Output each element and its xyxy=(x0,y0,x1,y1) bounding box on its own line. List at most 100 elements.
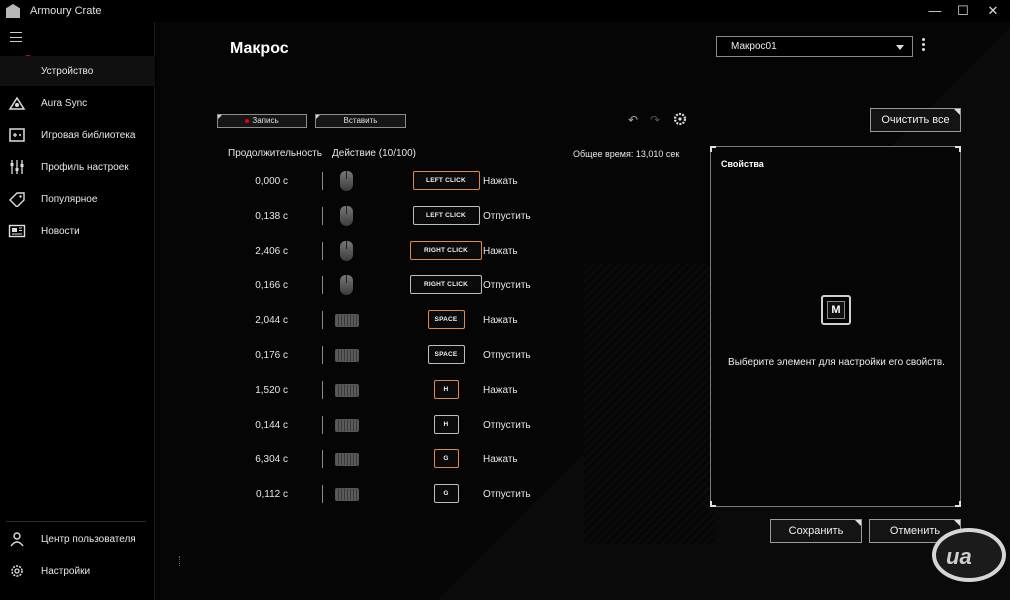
page-title: Макрос xyxy=(230,40,289,57)
macro-row[interactable]: 0,166 с RIGHT CLICK Отпустить xyxy=(216,274,556,298)
macro-key[interactable]: H xyxy=(433,414,459,434)
macro-row[interactable]: 0,176 с SPACE Отпустить xyxy=(216,344,556,368)
macro-action: Отпустить xyxy=(483,210,531,222)
row-divider xyxy=(322,311,323,330)
sidebar-item-game-library[interactable]: Игровая библиотека xyxy=(0,120,155,150)
record-dot-icon xyxy=(245,118,250,123)
sidebar-item-user-center[interactable]: Центр пользователя xyxy=(0,524,155,554)
sidebar-item-news[interactable]: Новости xyxy=(0,216,155,246)
hamburger-menu-icon[interactable] xyxy=(10,32,22,42)
background-decoration xyxy=(584,264,714,544)
column-header-action: Действие (10/100) xyxy=(332,148,416,159)
properties-hint: Выберите элемент для настройки его свойс… xyxy=(728,357,945,368)
news-icon xyxy=(8,224,26,238)
sidebar: 49 Устройство Aura Sync Игровая библиоте… xyxy=(0,22,155,600)
macro-key[interactable]: SPACE xyxy=(427,310,465,330)
close-button[interactable]: ✕ xyxy=(978,2,1008,20)
sidebar-divider xyxy=(6,521,146,522)
mouse-icon xyxy=(340,205,353,226)
mouse-icon xyxy=(340,275,353,296)
sidebar-item-settings-profile[interactable]: Профиль настроек xyxy=(0,152,155,182)
macro-row[interactable]: 1,520 с H Нажать xyxy=(216,379,556,403)
column-header-duration: Продолжительность xyxy=(228,148,322,159)
sidebar-item-label: Новости xyxy=(41,225,80,237)
more-options-icon[interactable] xyxy=(922,38,926,54)
insert-button[interactable]: Вставить xyxy=(315,114,406,128)
macro-duration: 6,304 с xyxy=(255,454,288,466)
user-center-icon xyxy=(10,532,24,547)
keyboard-icon xyxy=(335,314,359,328)
mouse-icon xyxy=(340,171,353,191)
macro-row[interactable]: 2,044 с SPACE Нажать xyxy=(216,309,556,333)
macro-duration: 0,112 с xyxy=(255,489,288,501)
total-time: Общее время: 13,010 сек xyxy=(573,149,680,159)
properties-title: Свойства xyxy=(721,159,764,169)
row-divider xyxy=(322,450,323,469)
keyboard-icon xyxy=(335,383,359,397)
macro-action: Отпустить xyxy=(483,489,531,501)
macro-action: Нажать xyxy=(483,176,518,187)
gear-icon xyxy=(11,565,23,577)
redo-icon[interactable]: ↷ xyxy=(650,114,664,126)
macro-duration: 2,044 с xyxy=(255,315,288,327)
settings-profile-icon xyxy=(10,160,24,174)
sidebar-item-label: Популярное xyxy=(41,193,98,205)
macro-key[interactable]: LEFT CLICK xyxy=(412,205,480,225)
macro-key[interactable]: SPACE xyxy=(427,345,465,364)
sidebar-item-settings[interactable]: Настройки xyxy=(0,556,155,586)
macro-m-icon: M xyxy=(821,295,851,325)
sidebar-item-label: Aura Sync xyxy=(41,97,88,109)
mouse-icon xyxy=(340,240,353,261)
keyboard-icon xyxy=(335,488,359,502)
macro-key[interactable]: RIGHT CLICK xyxy=(410,275,482,295)
decorative-mark xyxy=(179,556,181,566)
macro-duration: 0,000 с xyxy=(255,176,288,187)
sidebar-item-aura-sync[interactable]: Aura Sync xyxy=(0,88,155,118)
minimize-button[interactable]: — xyxy=(920,2,950,20)
macro-duration: 0,176 с xyxy=(255,350,288,361)
title-bar: Armoury Crate — ☐ ✕ xyxy=(0,0,1010,22)
gear-icon[interactable] xyxy=(673,112,687,126)
sidebar-item-popular[interactable]: Популярное xyxy=(0,184,155,214)
tag-icon xyxy=(9,192,25,207)
clear-all-button[interactable]: Очистить все xyxy=(870,108,961,132)
record-label: Запись xyxy=(252,116,279,125)
sidebar-item-label: Профиль настроек xyxy=(41,161,129,173)
game-library-icon xyxy=(9,128,25,142)
keyboard-icon xyxy=(335,418,359,432)
macro-action: Нажать xyxy=(483,315,518,327)
macro-key[interactable]: H xyxy=(433,379,459,399)
macro-action: Отпустить xyxy=(483,280,531,292)
macro-row[interactable]: 0,112 с G Отпустить xyxy=(216,483,556,507)
row-divider xyxy=(322,415,323,434)
aura-sync-icon xyxy=(8,96,26,110)
macro-row[interactable]: 0,144 с H Отпустить xyxy=(216,414,556,438)
sidebar-item-label: Устройство xyxy=(41,65,94,77)
record-button[interactable]: Запись xyxy=(217,114,307,128)
row-divider xyxy=(322,206,323,225)
save-button[interactable]: Сохранить xyxy=(770,519,862,543)
undo-icon[interactable]: ↶ xyxy=(628,114,642,126)
macro-action: Отпустить xyxy=(483,350,531,361)
macro-row[interactable]: 2,406 с RIGHT CLICK Нажать xyxy=(216,240,556,264)
insert-label: Вставить xyxy=(343,116,378,125)
macro-row[interactable]: 0,138 с LEFT CLICK Отпустить xyxy=(216,205,556,229)
maximize-button[interactable]: ☐ xyxy=(948,2,978,20)
macro-key[interactable]: G xyxy=(433,484,459,504)
window-title: Armoury Crate xyxy=(30,5,102,17)
app-logo-icon xyxy=(6,4,20,18)
row-divider xyxy=(322,485,323,504)
macro-row[interactable]: 0,000 с LEFT CLICK Нажать xyxy=(216,170,556,194)
macro-select[interactable]: Макрос01 xyxy=(716,36,913,57)
macro-key[interactable]: LEFT CLICK xyxy=(412,171,480,190)
macro-key[interactable]: G xyxy=(433,449,459,469)
macro-duration: 0,144 с xyxy=(255,419,288,431)
sidebar-item-label: Центр пользователя xyxy=(41,533,136,545)
macro-key[interactable]: RIGHT CLICK xyxy=(410,240,482,260)
macro-page: Макрос Макрос01 Запись Вставить ↶ ↷ Очис… xyxy=(156,22,1010,600)
properties-panel: Свойства M Выберите элемент для настройк… xyxy=(710,146,961,507)
macro-duration: 1,520 с xyxy=(255,384,288,396)
macro-row[interactable]: 6,304 с G Нажать xyxy=(216,448,556,472)
chevron-down-icon xyxy=(896,45,904,50)
sidebar-item-device[interactable]: Устройство xyxy=(0,56,155,86)
